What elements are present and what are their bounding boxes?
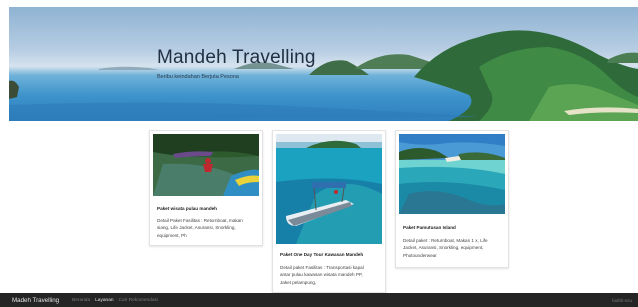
package-title: Paket One Day Tour Kawasan Mandeh	[280, 252, 364, 257]
package-photo	[153, 134, 259, 196]
package-photo	[276, 134, 382, 244]
package-card[interactable]: Paket One Day Tour Kawasan Mandeh Detail…	[272, 130, 386, 293]
hero-banner: Mandeh Travelling Beribu keindahan Berju…	[9, 7, 638, 121]
package-card[interactable]: Paket wisata pulau mandeh Detail Paket F…	[149, 130, 263, 246]
footer-credit: fadhli-ezu	[612, 297, 632, 303]
package-description: Detail Paket Fasilitas : Returnboat, mak…	[157, 218, 243, 238]
nav-link-layanan[interactable]: Layanan	[95, 298, 113, 303]
hero-subtitle: Beribu keindahan Berjuta Pesona	[157, 74, 239, 80]
package-card[interactable]: Paket Pamutusan Island Detail paket : Re…	[395, 130, 509, 268]
hero-title: Mandeh Travelling	[157, 47, 316, 68]
navbar-brand[interactable]: Madeh Travelling	[12, 297, 59, 304]
bottom-navbar: Madeh Travelling Beranda Layanan Cari Re…	[0, 293, 638, 307]
nav-link-cari-rekomendasi[interactable]: Cari Rekomendasi	[119, 298, 158, 303]
hero-landscape-image	[9, 30, 638, 121]
package-description: Detail paket : Returnboat, Makan 1 x, Li…	[403, 238, 488, 258]
package-title: Paket wisata pulau mandeh	[157, 206, 217, 211]
package-description: Detail paket Fasilitas : Transportasi ka…	[280, 265, 364, 285]
nav-link-beranda[interactable]: Beranda	[72, 298, 90, 303]
navbar-links: Beranda Layanan Cari Rekomendasi	[72, 298, 158, 303]
package-photo	[399, 134, 505, 214]
package-title: Paket Pamutusan Island	[403, 225, 456, 230]
